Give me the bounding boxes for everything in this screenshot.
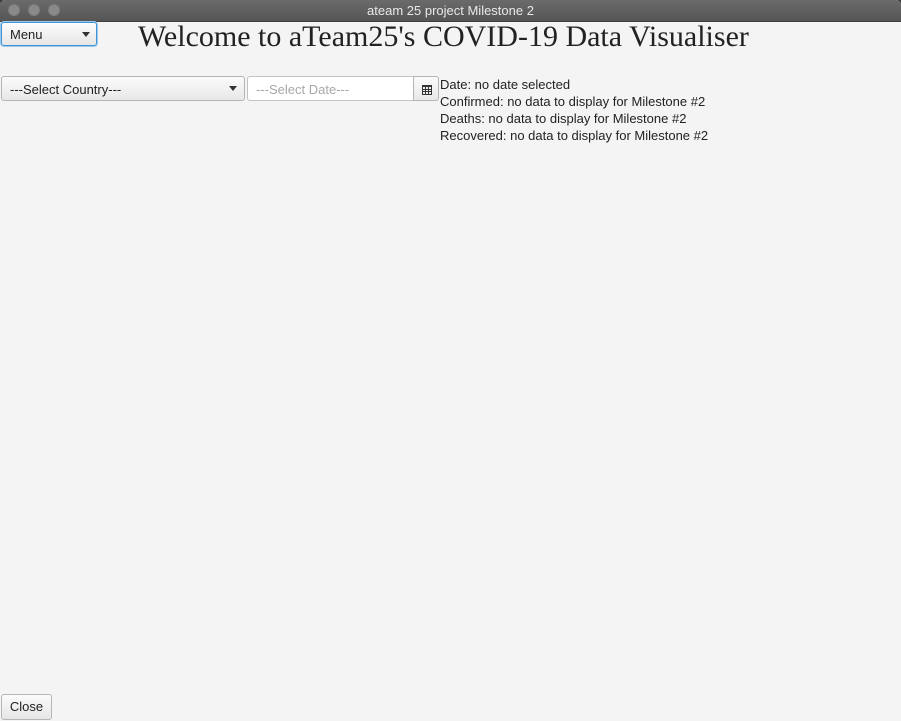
- country-select[interactable]: ---Select Country---: [1, 76, 245, 101]
- calendar-icon: [422, 85, 432, 95]
- date-readout: Date: no date selected: [440, 77, 571, 92]
- confirmed-readout: Confirmed: no data to display for Milest…: [440, 94, 706, 109]
- window-title: ateam 25 project Milestone 2: [367, 3, 534, 18]
- country-select-value: ---Select Country---: [10, 82, 122, 97]
- title-bar[interactable]: ateam 25 project Milestone 2: [0, 0, 901, 22]
- menu-button-label: Menu: [10, 27, 43, 42]
- chevron-down-icon: [82, 32, 90, 37]
- menu-button[interactable]: Menu: [1, 22, 97, 46]
- chevron-down-icon: [229, 86, 237, 91]
- calendar-button[interactable]: [413, 76, 439, 101]
- app-window: ateam 25 project Milestone 2 Menu Welcom…: [0, 0, 901, 721]
- page-title: Welcome to aTeam25's COVID-19 Data Visua…: [138, 20, 749, 53]
- stats-panel: Date: no date selected Confirmed: no dat…: [440, 76, 708, 144]
- recovered-readout: Recovered: no data to display for Milest…: [440, 128, 709, 143]
- date-input[interactable]: ---Select Date---: [247, 76, 413, 101]
- deaths-readout: Deaths: no data to display for Milestone…: [440, 111, 687, 126]
- close-button[interactable]: Close: [1, 694, 52, 720]
